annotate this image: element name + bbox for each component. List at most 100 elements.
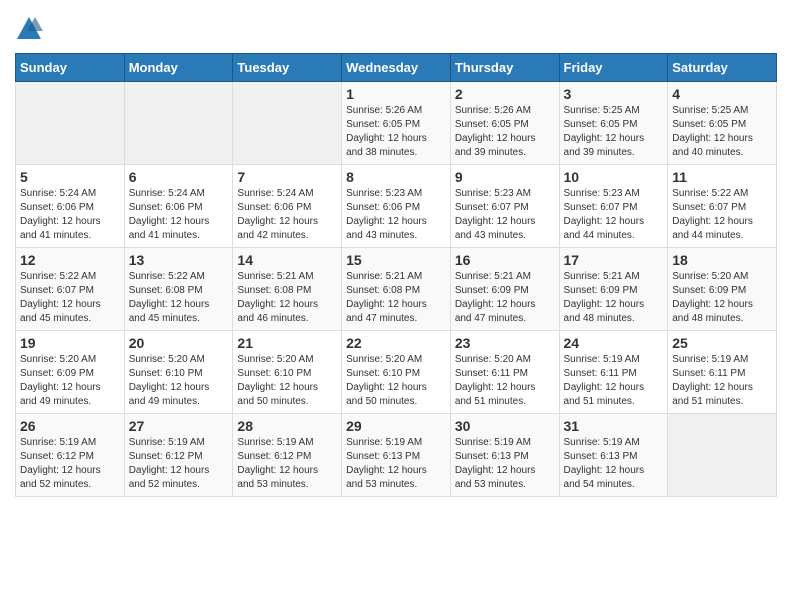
- calendar-cell: 9Sunrise: 5:23 AM Sunset: 6:07 PM Daylig…: [450, 165, 559, 248]
- calendar-cell: 13 Sunrise: 5:22 AM Sunset: 6:08 PM Dayli…: [124, 248, 233, 331]
- day-info: Sunrise: 5:22 AM Sunset: 6:07 PM Dayligh…: [20, 270, 120, 326]
- calendar-header: SundayMondayTuesdayWednesdayThursdayFrid…: [16, 54, 777, 82]
- header-day-thursday: Thursday: [450, 54, 559, 82]
- day-info: Sunrise: 5:19 AM Sunset: 6:11 PM Dayligh…: [672, 353, 772, 409]
- calendar-cell: [124, 82, 233, 165]
- day-number: 13: [129, 252, 229, 268]
- calendar-cell: 23Sunrise: 5:20 AM Sunset: 6:11 PM Dayli…: [450, 331, 559, 414]
- day-info: Sunrise: 5:19 AM Sunset: 6:12 PM Dayligh…: [129, 436, 229, 492]
- day-number: 16: [455, 252, 555, 268]
- day-number: 22: [346, 335, 446, 351]
- calendar-cell: 19 Sunrise: 5:20 AM Sunset: 6:09 PM Dayli…: [16, 331, 125, 414]
- calendar-table: SundayMondayTuesdayWednesdayThursdayFrid…: [15, 53, 777, 497]
- calendar-cell: 24 Sunrise: 5:19 AM Sunset: 6:11 PM Dayli…: [559, 331, 668, 414]
- day-number: 21: [237, 335, 337, 351]
- day-number: 10: [564, 169, 664, 185]
- calendar-cell: 8 Sunrise: 5:23 AM Sunset: 6:06 PM Daylig…: [342, 165, 451, 248]
- day-number: 17: [564, 252, 664, 268]
- day-info: Sunrise: 5:20 AM Sunset: 6:10 PM Dayligh…: [129, 353, 229, 409]
- calendar-cell: 10 Sunrise: 5:23 AM Sunset: 6:07 PM Dayli…: [559, 165, 668, 248]
- day-info: Sunrise: 5:23 AM Sunset: 6:07 PM Dayligh…: [564, 187, 664, 243]
- day-info: Sunrise: 5:24 AM Sunset: 6:06 PM Dayligh…: [129, 187, 229, 243]
- day-number: 18: [672, 252, 772, 268]
- calendar-cell: 20 Sunrise: 5:20 AM Sunset: 6:10 PM Dayli…: [124, 331, 233, 414]
- day-info: Sunrise: 5:25 AM Sunset: 6:05 PM Dayligh…: [672, 104, 772, 160]
- header-day-wednesday: Wednesday: [342, 54, 451, 82]
- header-row: SundayMondayTuesdayWednesdayThursdayFrid…: [16, 54, 777, 82]
- day-info: Sunrise: 5:19 AM Sunset: 6:13 PM Dayligh…: [564, 436, 664, 492]
- day-info: Sunrise: 5:24 AM Sunset: 6:06 PM Dayligh…: [237, 187, 337, 243]
- day-number: 26: [20, 418, 120, 434]
- page-header: [15, 15, 777, 43]
- calendar-cell: 17 Sunrise: 5:21 AM Sunset: 6:09 PM Dayli…: [559, 248, 668, 331]
- day-number: 14: [237, 252, 337, 268]
- header-day-monday: Monday: [124, 54, 233, 82]
- day-number: 29: [346, 418, 446, 434]
- day-number: 1: [346, 86, 446, 102]
- calendar-cell: 14 Sunrise: 5:21 AM Sunset: 6:08 PM Dayli…: [233, 248, 342, 331]
- calendar-cell: [668, 414, 777, 497]
- calendar-cell: [233, 82, 342, 165]
- calendar-cell: 2Sunrise: 5:26 AM Sunset: 6:05 PM Daylig…: [450, 82, 559, 165]
- day-info: Sunrise: 5:26 AM Sunset: 6:05 PM Dayligh…: [346, 104, 446, 160]
- calendar-cell: [16, 82, 125, 165]
- calendar-cell: 22 Sunrise: 5:20 AM Sunset: 6:10 PM Dayli…: [342, 331, 451, 414]
- day-info: Sunrise: 5:21 AM Sunset: 6:08 PM Dayligh…: [346, 270, 446, 326]
- day-info: Sunrise: 5:20 AM Sunset: 6:10 PM Dayligh…: [346, 353, 446, 409]
- calendar-cell: 30 Sunrise: 5:19 AM Sunset: 6:13 PM Dayli…: [450, 414, 559, 497]
- day-info: Sunrise: 5:19 AM Sunset: 6:11 PM Dayligh…: [564, 353, 664, 409]
- day-number: 12: [20, 252, 120, 268]
- calendar-cell: 16Sunrise: 5:21 AM Sunset: 6:09 PM Dayli…: [450, 248, 559, 331]
- day-number: 15: [346, 252, 446, 268]
- day-number: 7: [237, 169, 337, 185]
- calendar-cell: 1 Sunrise: 5:26 AM Sunset: 6:05 PM Daylig…: [342, 82, 451, 165]
- calendar-cell: 5Sunrise: 5:24 AM Sunset: 6:06 PM Daylig…: [16, 165, 125, 248]
- header-day-friday: Friday: [559, 54, 668, 82]
- day-info: Sunrise: 5:20 AM Sunset: 6:11 PM Dayligh…: [455, 353, 555, 409]
- calendar-cell: 11 Sunrise: 5:22 AM Sunset: 6:07 PM Dayli…: [668, 165, 777, 248]
- day-number: 28: [237, 418, 337, 434]
- day-info: Sunrise: 5:23 AM Sunset: 6:06 PM Dayligh…: [346, 187, 446, 243]
- day-info: Sunrise: 5:19 AM Sunset: 6:12 PM Dayligh…: [20, 436, 120, 492]
- day-number: 3: [564, 86, 664, 102]
- day-number: 2: [455, 86, 555, 102]
- calendar-cell: 28Sunrise: 5:19 AM Sunset: 6:12 PM Dayli…: [233, 414, 342, 497]
- calendar-cell: 26 Sunrise: 5:19 AM Sunset: 6:12 PM Dayli…: [16, 414, 125, 497]
- day-number: 11: [672, 169, 772, 185]
- day-info: Sunrise: 5:20 AM Sunset: 6:09 PM Dayligh…: [672, 270, 772, 326]
- calendar-cell: 25 Sunrise: 5:19 AM Sunset: 6:11 PM Dayli…: [668, 331, 777, 414]
- calendar-cell: 6 Sunrise: 5:24 AM Sunset: 6:06 PM Daylig…: [124, 165, 233, 248]
- day-info: Sunrise: 5:22 AM Sunset: 6:08 PM Dayligh…: [129, 270, 229, 326]
- day-number: 31: [564, 418, 664, 434]
- day-number: 6: [129, 169, 229, 185]
- day-info: Sunrise: 5:21 AM Sunset: 6:09 PM Dayligh…: [564, 270, 664, 326]
- calendar-week-1: 1 Sunrise: 5:26 AM Sunset: 6:05 PM Daylig…: [16, 82, 777, 165]
- day-info: Sunrise: 5:20 AM Sunset: 6:09 PM Dayligh…: [20, 353, 120, 409]
- day-number: 5: [20, 169, 120, 185]
- day-number: 25: [672, 335, 772, 351]
- day-number: 8: [346, 169, 446, 185]
- day-number: 30: [455, 418, 555, 434]
- logo-icon: [15, 15, 43, 43]
- day-number: 20: [129, 335, 229, 351]
- calendar-cell: 27 Sunrise: 5:19 AM Sunset: 6:12 PM Dayli…: [124, 414, 233, 497]
- header-day-sunday: Sunday: [16, 54, 125, 82]
- calendar-cell: 18 Sunrise: 5:20 AM Sunset: 6:09 PM Dayli…: [668, 248, 777, 331]
- day-info: Sunrise: 5:19 AM Sunset: 6:13 PM Dayligh…: [346, 436, 446, 492]
- calendar-week-4: 19 Sunrise: 5:20 AM Sunset: 6:09 PM Dayli…: [16, 331, 777, 414]
- day-info: Sunrise: 5:21 AM Sunset: 6:08 PM Dayligh…: [237, 270, 337, 326]
- calendar-cell: 3 Sunrise: 5:25 AM Sunset: 6:05 PM Daylig…: [559, 82, 668, 165]
- calendar-cell: 31 Sunrise: 5:19 AM Sunset: 6:13 PM Dayli…: [559, 414, 668, 497]
- day-number: 27: [129, 418, 229, 434]
- logo: [15, 15, 47, 43]
- day-number: 4: [672, 86, 772, 102]
- calendar-week-3: 12 Sunrise: 5:22 AM Sunset: 6:07 PM Dayli…: [16, 248, 777, 331]
- day-number: 24: [564, 335, 664, 351]
- day-info: Sunrise: 5:25 AM Sunset: 6:05 PM Dayligh…: [564, 104, 664, 160]
- day-info: Sunrise: 5:22 AM Sunset: 6:07 PM Dayligh…: [672, 187, 772, 243]
- day-number: 19: [20, 335, 120, 351]
- calendar-cell: 4 Sunrise: 5:25 AM Sunset: 6:05 PM Daylig…: [668, 82, 777, 165]
- day-info: Sunrise: 5:19 AM Sunset: 6:13 PM Dayligh…: [455, 436, 555, 492]
- calendar-cell: 21 Sunrise: 5:20 AM Sunset: 6:10 PM Dayli…: [233, 331, 342, 414]
- day-info: Sunrise: 5:20 AM Sunset: 6:10 PM Dayligh…: [237, 353, 337, 409]
